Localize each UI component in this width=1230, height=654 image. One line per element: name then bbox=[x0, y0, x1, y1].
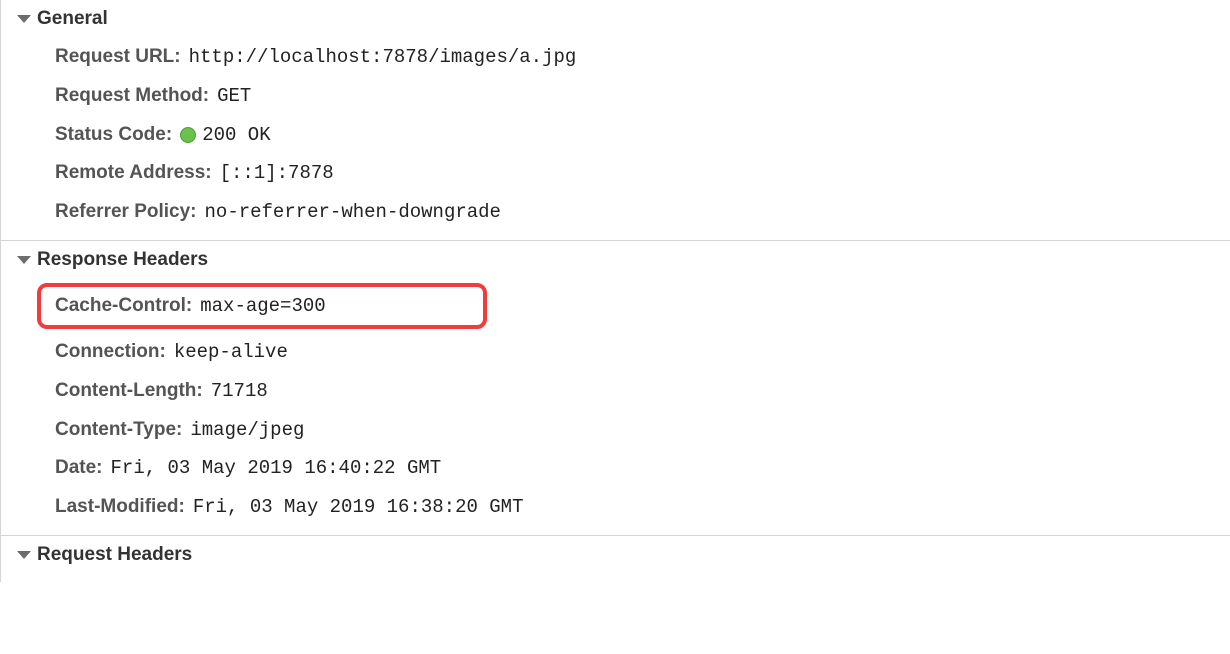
chevron-down-icon bbox=[17, 551, 31, 559]
content-type-value: image/jpeg bbox=[190, 419, 304, 442]
general-section-header[interactable]: General bbox=[1, 0, 1230, 38]
cache-control-value: max-age=300 bbox=[200, 295, 325, 317]
status-code-label: Status Code: bbox=[55, 124, 172, 147]
response-headers-section: Response Headers Cache-Control: max-age=… bbox=[1, 241, 1230, 536]
connection-label: Connection: bbox=[55, 341, 166, 364]
status-code-value: 200 OK bbox=[202, 124, 270, 147]
last-modified-row: Last-Modified: Fri, 03 May 2019 16:38:20… bbox=[1, 488, 1230, 527]
cache-control-label: Cache-Control: bbox=[55, 295, 192, 317]
chevron-down-icon bbox=[17, 256, 31, 264]
request-method-label: Request Method: bbox=[55, 85, 209, 108]
status-code-row: Status Code: 200 OK bbox=[1, 116, 1230, 155]
request-method-value: GET bbox=[217, 85, 251, 108]
content-type-row: Content-Type: image/jpeg bbox=[1, 411, 1230, 450]
request-url-label: Request URL: bbox=[55, 46, 181, 69]
content-length-label: Content-Length: bbox=[55, 380, 203, 403]
cache-control-highlight-box: Cache-Control: max-age=300 bbox=[37, 283, 487, 329]
referrer-policy-row: Referrer Policy: no-referrer-when-downgr… bbox=[1, 193, 1230, 232]
request-url-value: http://localhost:7878/images/a.jpg bbox=[189, 46, 577, 69]
general-section-title: General bbox=[37, 8, 108, 30]
last-modified-label: Last-Modified: bbox=[55, 496, 185, 519]
date-label: Date: bbox=[55, 457, 103, 480]
date-value: Fri, 03 May 2019 16:40:22 GMT bbox=[111, 457, 442, 480]
request-headers-section: Request Headers bbox=[1, 536, 1230, 582]
remote-address-row: Remote Address: [::1]:7878 bbox=[1, 154, 1230, 193]
chevron-down-icon bbox=[17, 15, 31, 23]
remote-address-value: [::1]:7878 bbox=[220, 162, 334, 185]
remote-address-label: Remote Address: bbox=[55, 162, 212, 185]
request-headers-section-title: Request Headers bbox=[37, 544, 192, 566]
content-length-value: 71718 bbox=[211, 380, 268, 403]
referrer-policy-value: no-referrer-when-downgrade bbox=[205, 201, 501, 224]
content-length-row: Content-Length: 71718 bbox=[1, 372, 1230, 411]
response-headers-section-header[interactable]: Response Headers bbox=[1, 241, 1230, 279]
headers-panel: General Request URL: http://localhost:78… bbox=[0, 0, 1230, 582]
status-dot-icon bbox=[180, 127, 196, 143]
response-headers-section-title: Response Headers bbox=[37, 249, 208, 271]
request-url-row: Request URL: http://localhost:7878/image… bbox=[1, 38, 1230, 77]
connection-value: keep-alive bbox=[174, 341, 288, 364]
date-row: Date: Fri, 03 May 2019 16:40:22 GMT bbox=[1, 449, 1230, 488]
general-section: General Request URL: http://localhost:78… bbox=[1, 0, 1230, 241]
request-headers-section-header[interactable]: Request Headers bbox=[1, 536, 1230, 574]
request-method-row: Request Method: GET bbox=[1, 77, 1230, 116]
last-modified-value: Fri, 03 May 2019 16:38:20 GMT bbox=[193, 496, 524, 519]
content-type-label: Content-Type: bbox=[55, 419, 182, 442]
connection-row: Connection: keep-alive bbox=[1, 333, 1230, 372]
referrer-policy-label: Referrer Policy: bbox=[55, 201, 197, 224]
